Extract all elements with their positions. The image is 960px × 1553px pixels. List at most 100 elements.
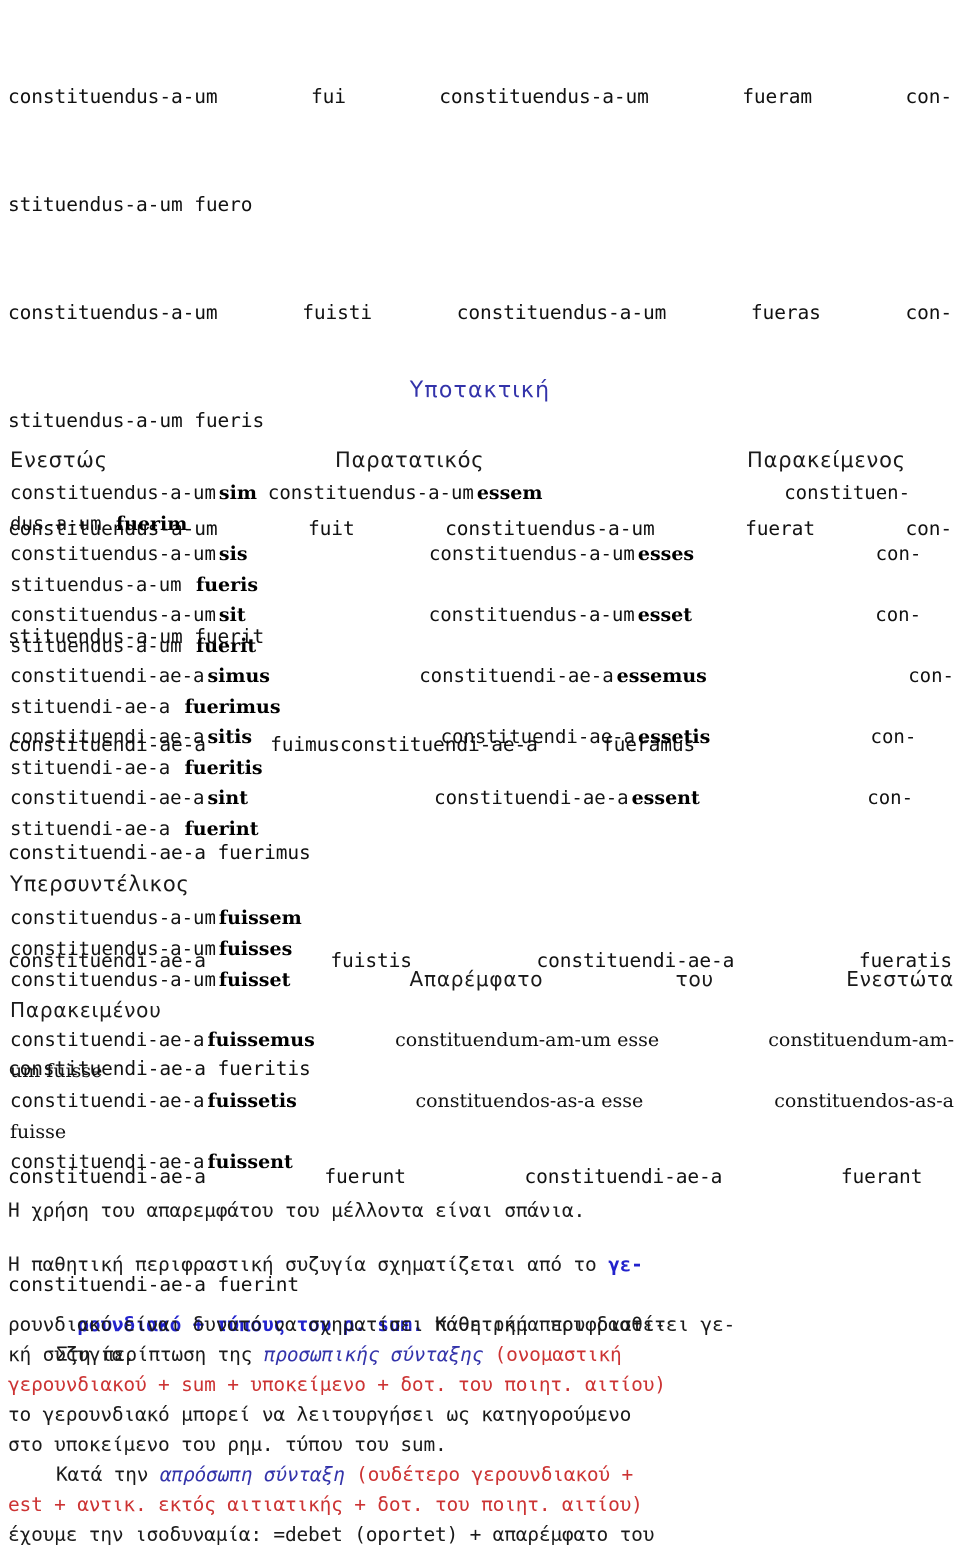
paragraph-line: έχουμε την ισοδυναμία: =debet (oportet) … — [8, 1523, 655, 1546]
stem-2pl-perf-wrapped: con- — [870, 726, 917, 748]
continuation-row: stituendi-ae-a fueritis — [10, 753, 954, 784]
stem-3pl-perf-wrapped: con- — [867, 787, 914, 809]
stem-1sg-impf: constituendus-a-um — [267, 482, 474, 504]
stem-continuation: stituendus-a-um — [10, 634, 194, 657]
infinitive-continuation: fuisse — [10, 1120, 67, 1143]
table-row: constituendus-a-um sis constituendus-a-u… — [10, 539, 954, 570]
column-header-present: Ενεστώς — [10, 448, 108, 472]
ending-essetis: essetis — [638, 726, 711, 748]
stem-form-2sg-perf: constituendus-a-um — [8, 301, 218, 324]
stem-1sg-pres: constituendus-a-um — [10, 482, 216, 504]
continuation-line: stituendus-a-um fuero — [8, 193, 253, 216]
table-row: constituendi-ae-a sint constituendi-ae-a… — [10, 783, 954, 814]
stem-3sg-impf: constituendus-a-um — [428, 604, 635, 626]
stem-1pl-pres: constituendi-ae-a — [10, 665, 205, 687]
column-header-imperfect: Παρατατικός — [335, 448, 485, 472]
conjugation-row: constituendus-a-um fui constituendus-a-u… — [8, 83, 952, 110]
continuation-row: Παρακειμένου — [10, 995, 954, 1026]
infinitive-perfect-apl-wrapped: constituendos-as-a — [774, 1090, 954, 1112]
section-heading-subjunctive: Υποτακτική — [409, 378, 551, 403]
ending-sis: sis — [218, 543, 248, 565]
continuation-line: stituendus-a-um fueris — [8, 409, 265, 432]
paragraph-line: Η παθητική περιφραστική συζυγία σχηματίζ… — [8, 1250, 954, 1280]
paragraph-line: ρουνδιακό είναι δυνατό να σχηματίσει παθ… — [8, 1313, 666, 1336]
continuation-row: dus-a-um fuerim — [10, 509, 954, 540]
infinitive-present-nsg: constituendum-am-um esse — [395, 1029, 660, 1051]
stem-2sg-perf-wrapped: con- — [875, 543, 922, 565]
paragraph-personal-syntax: Στη περίπτωση της προσωπικής σύνταξης (ο… — [8, 1340, 954, 1460]
verb-form-fui: fui — [310, 85, 346, 108]
impersonal-lead-text: Κατά την — [56, 1463, 160, 1486]
verb-form-fueras: fueras — [750, 301, 821, 324]
table-row: constituendi-ae-a sitis constituendi-ae-… — [10, 722, 954, 753]
hyphen-tail-con: con- — [905, 85, 953, 108]
ending-sint: sint — [207, 787, 248, 809]
column-header-perfect: Παρακείμενος — [747, 448, 906, 472]
stem-3pl-plupsubj: constituendi-ae-a — [10, 1151, 205, 1173]
stem-continuation: stituendi-ae-a — [10, 817, 182, 840]
stem-3sg-plupsubj: constituendus-a-um — [10, 969, 216, 991]
note-text: Η χρήση του απαρεμφάτου του μέλλοντα είν… — [8, 1199, 585, 1222]
ending-fuerit: fuerit — [196, 634, 257, 657]
pluperfect-infinitive-block: constituendus-a-um fuissem constituendus… — [10, 903, 954, 1178]
paragraph-line: στο υποκείμενο του ρημ. τύπου του sum. — [8, 1433, 447, 1456]
table-row: constituendi-ae-a simus constituendi-ae-… — [10, 661, 954, 692]
verb-form-fuisti: fuisti — [302, 301, 373, 324]
ending-sit: sit — [218, 604, 246, 626]
highlight-gerundive-start: γε- — [608, 1253, 643, 1276]
stem-continuation: stituendus-a-um — [10, 573, 194, 596]
stem-3pl-pres: constituendi-ae-a — [10, 787, 205, 809]
red-formula-open: (ονομαστική — [483, 1343, 622, 1366]
infinitive-label-parakeimenou: Παρακειμένου — [10, 997, 162, 1022]
ending-fuissem: fuissem — [218, 907, 302, 929]
ending-fuisses: fuisses — [218, 937, 293, 960]
ending-fueris: fueris — [196, 573, 259, 596]
continuation-row: stituendi-ae-a fuerint — [10, 814, 954, 845]
subjunctive-column-headers: Ενεστώς Παρατατικός Παρακείμενος — [0, 448, 960, 478]
paragraph-line: ρουνδιακό + τύπους του ρ. sum. Κάθε ρήμα… — [8, 1280, 954, 1336]
continuation-row: stituendi-ae-a fuerimus — [10, 692, 954, 723]
stem-1pl-plupsubj: constituendi-ae-a — [10, 1029, 205, 1051]
table-row: constituendi-ae-a fuissetis constituendo… — [10, 1086, 954, 1117]
ending-fueritis: fueritis — [184, 756, 263, 779]
ending-sitis: sitis — [207, 726, 253, 748]
stem-2sg-plupsubj: constituendus-a-um — [10, 937, 216, 960]
stem-continuation: dus-a-um — [10, 512, 113, 535]
infinitive-label-aparemfato: Απαρέμφατο — [409, 967, 544, 991]
table-row: constituendus-a-um fuisset Απαρέμφατο το… — [10, 964, 954, 995]
periphrastic-lead-text: Η παθητική περιφραστική συζυγία σχηματίζ… — [8, 1253, 609, 1276]
stem-1pl-impf: constituendi-ae-a — [419, 665, 614, 687]
stem-continuation: stituendi-ae-a — [10, 695, 182, 718]
ending-esses: esses — [637, 543, 695, 565]
personal-lead-text: Στη περίπτωση της — [56, 1343, 264, 1366]
ending-sim: sim — [218, 482, 257, 504]
stem-continuation: stituendi-ae-a — [10, 756, 182, 779]
ending-simus: simus — [207, 665, 270, 687]
ending-fuisset: fuisset — [218, 969, 291, 991]
stem-2sg-pres: constituendus-a-um — [10, 543, 216, 565]
stem-2pl-pres: constituendi-ae-a — [10, 726, 205, 748]
document-page: constituendus-a-um fui constituendus-a-u… — [0, 0, 960, 1553]
highlight-personal-syntax: προσωπικής σύνταξης — [263, 1343, 483, 1366]
verb-form-fueram: fueram — [742, 85, 813, 108]
ending-fuissetis: fuissetis — [207, 1090, 297, 1112]
ending-essem: essem — [476, 482, 543, 504]
table-row: constituendus-a-um fuisses — [10, 934, 954, 965]
table-row: constituendus-a-um sit constituendus-a-u… — [10, 600, 954, 631]
continuation-row: stituendus-a-um fuerit — [10, 631, 954, 662]
ending-fuissent: fuissent — [207, 1151, 293, 1173]
ending-fuerint: fuerint — [184, 817, 259, 840]
highlight-impersonal-syntax: απρόσωπη σύνταξη — [159, 1463, 345, 1486]
hyphen-tail-con: con- — [905, 301, 952, 324]
infinitive-continuation: um fuisse — [10, 1059, 103, 1082]
section-heading-pluperfect: Υπερσυντέλικος — [10, 872, 190, 896]
note-future-infinitive: Η χρήση του απαρεμφάτου του μέλλοντα είν… — [8, 1196, 954, 1226]
ending-fuerimus: fuerimus — [184, 695, 281, 718]
infinitive-label-enestota: Ενεστώτα — [846, 967, 954, 991]
continuation-row: fuisse — [10, 1117, 954, 1148]
infinitive-present-apl: constituendos-as-a esse — [415, 1090, 644, 1112]
stem-2pl-plupsubj: constituendi-ae-a — [10, 1090, 205, 1112]
subjunctive-conjugation-block: constituendus-a-um sim constituendus-a-u… — [10, 478, 954, 844]
paragraph-line: το γερουνδιακό μπορεί να λειτουργήσει ως… — [8, 1403, 632, 1426]
stem-1sg-perf-wrapped: constituen- — [784, 482, 911, 504]
